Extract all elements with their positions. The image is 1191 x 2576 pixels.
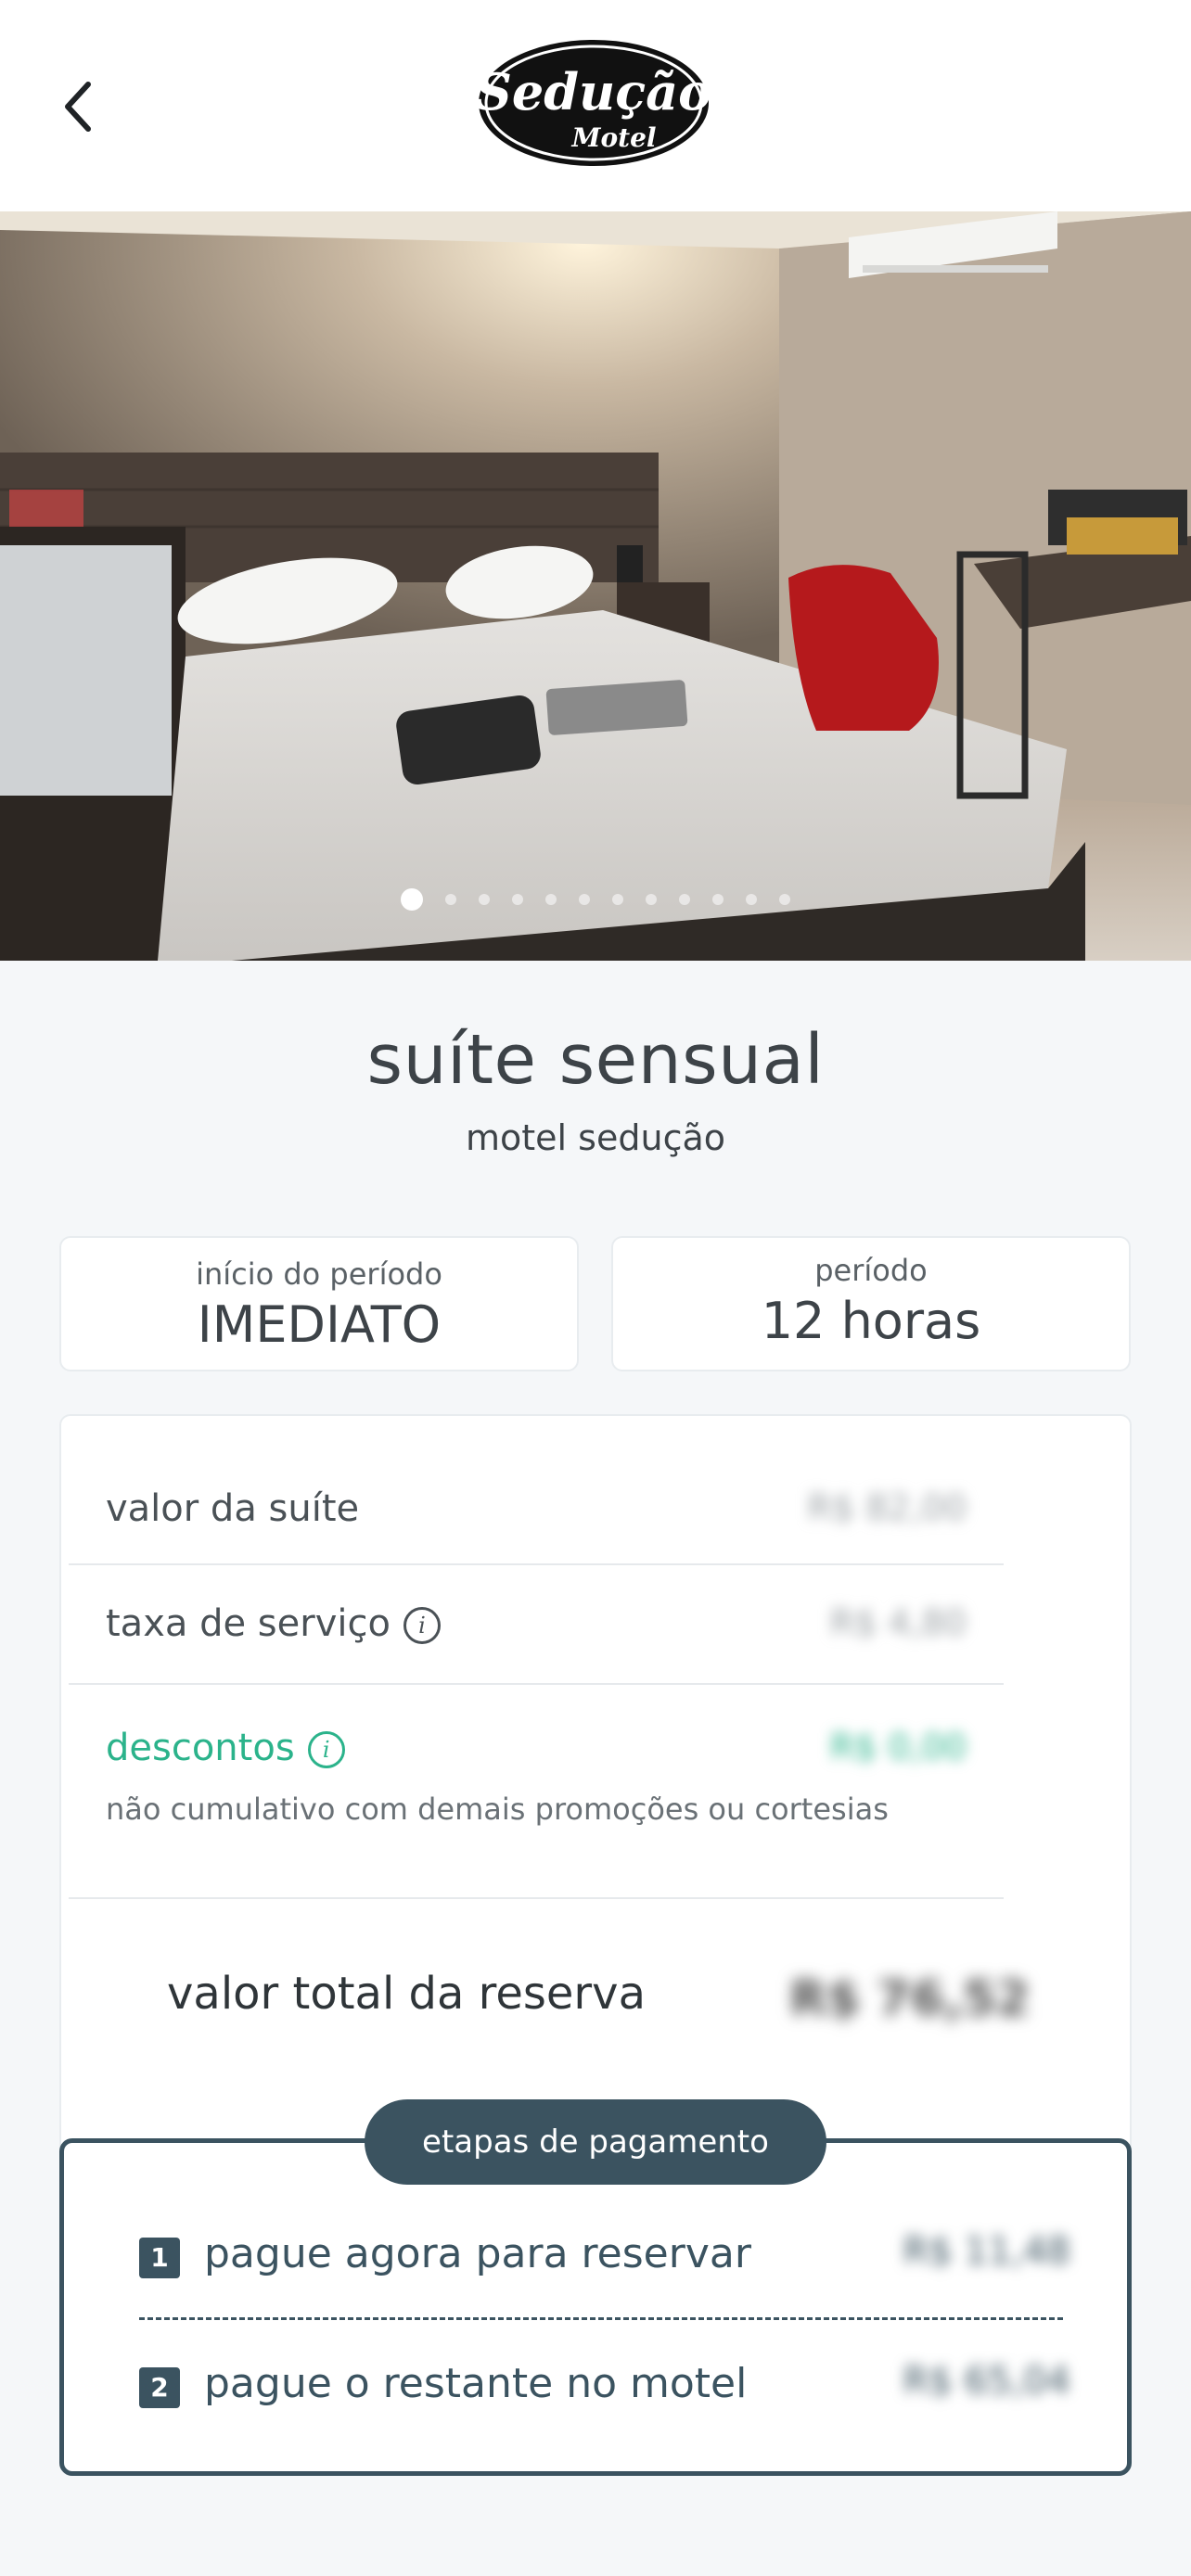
- carousel-dot[interactable]: [712, 894, 724, 905]
- motel-name: motel sedução: [466, 1117, 725, 1158]
- carousel-dot[interactable]: [445, 894, 456, 905]
- motel-logo: Sedução Motel: [476, 40, 711, 166]
- carousel-dot[interactable]: [545, 894, 557, 905]
- info-icon[interactable]: i: [307, 1731, 345, 1768]
- discounts-label-wrap: descontos i: [106, 1727, 345, 1769]
- discounts-note: não cumulativo com demais promoções ou c…: [106, 1792, 889, 1827]
- chevron-left-icon: [65, 82, 91, 132]
- total-amount: R$ 76,52: [789, 1971, 1030, 2027]
- step-label: pague o restante no motel: [204, 2360, 748, 2407]
- row-divider: [69, 1563, 1004, 1565]
- period-duration-card[interactable]: período 12 horas: [611, 1236, 1131, 1371]
- suite-photo: [0, 211, 1191, 961]
- suite-value-label: valor da suíte: [106, 1487, 360, 1530]
- period-start-value: IMEDIATO: [197, 1295, 442, 1354]
- total-label: valor total da reserva: [167, 1968, 646, 2020]
- suite-photo-carousel[interactable]: [0, 211, 1191, 961]
- carousel-dots[interactable]: [0, 888, 1191, 911]
- svg-text:Sedução: Sedução: [476, 62, 711, 121]
- svg-text:Motel: Motel: [570, 122, 656, 153]
- period-start-label: início do período: [196, 1256, 442, 1292]
- service-fee-label: taxa de serviço: [106, 1602, 391, 1645]
- carousel-dot[interactable]: [646, 894, 657, 905]
- info-icon[interactable]: i: [403, 1607, 441, 1644]
- carousel-dot[interactable]: [579, 894, 590, 905]
- step-number: 2: [139, 2367, 180, 2408]
- payment-steps-box: [59, 2138, 1132, 2476]
- carousel-dot[interactable]: [679, 894, 690, 905]
- service-fee-label-wrap: taxa de serviço i: [106, 1602, 441, 1645]
- carousel-dot[interactable]: [401, 888, 423, 911]
- steps-divider: [139, 2317, 1063, 2320]
- step-label: pague agora para reservar: [204, 2230, 751, 2277]
- period-duration-label: período: [814, 1253, 928, 1288]
- step-amount: R$ 11,48: [903, 2230, 1070, 2273]
- row-divider: [69, 1683, 1004, 1685]
- step-number: 1: [139, 2238, 180, 2278]
- carousel-dot[interactable]: [512, 894, 523, 905]
- service-fee-amount: R$ 4,80: [829, 1602, 967, 1643]
- row-divider: [69, 1897, 1004, 1899]
- step-amount: R$ 65,04: [903, 2360, 1070, 2403]
- period-duration-value: 12 horas: [761, 1292, 981, 1350]
- payment-steps-title: etapas de pagamento: [365, 2099, 826, 2185]
- suite-title: suíte sensual: [366, 1020, 825, 1100]
- suite-value-amount: R$ 82,00: [807, 1487, 967, 1528]
- back-button[interactable]: [46, 70, 111, 144]
- discounts-label: descontos: [106, 1727, 295, 1769]
- discounts-amount: R$ 0,00: [829, 1727, 967, 1767]
- carousel-dot[interactable]: [779, 894, 790, 905]
- period-start-card[interactable]: início do período IMEDIATO: [59, 1236, 579, 1371]
- carousel-dot[interactable]: [746, 894, 757, 905]
- carousel-dot[interactable]: [612, 894, 623, 905]
- carousel-dot[interactable]: [479, 894, 490, 905]
- app-header: Sedução Motel: [0, 0, 1191, 211]
